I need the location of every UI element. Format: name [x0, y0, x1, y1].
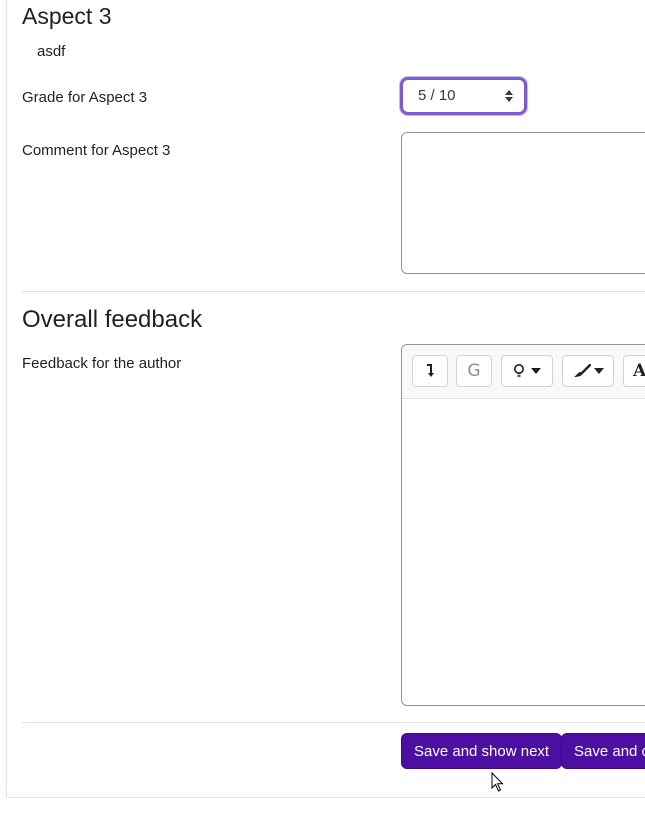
paintbrush-icon [573, 364, 591, 377]
grammar-check-button[interactable]: G [456, 355, 492, 387]
mouse-cursor-icon [491, 772, 504, 792]
editor-toolbar: G A [402, 345, 645, 399]
comment-label: Comment for Aspect 3 [22, 142, 171, 159]
page: Aspect 3 asdf Grade for Aspect 3 5 / 10 … [0, 0, 645, 838]
aspect-description: asdf [37, 43, 66, 60]
aspect-title: Aspect 3 [22, 3, 112, 29]
grade-select-value: 5 / 10 [418, 87, 456, 104]
select-arrows-icon [505, 90, 513, 102]
caret-down-icon [531, 368, 541, 374]
caret-down-icon [593, 368, 604, 374]
font-a-icon: A [633, 361, 645, 381]
comment-textarea[interactable] [401, 132, 645, 274]
arrow-down-turn-icon [427, 364, 434, 377]
grade-select[interactable]: 5 / 10 [400, 77, 527, 115]
save-and-continue-button[interactable]: Save and c [561, 733, 645, 769]
overall-feedback-title: Overall feedback [22, 306, 203, 333]
lightbulb-icon [514, 364, 524, 377]
save-and-show-next-button[interactable]: Save and show next [401, 733, 563, 769]
feedback-label: Feedback for the author [22, 355, 182, 372]
style-dropdown-button[interactable] [501, 355, 553, 387]
feedback-editor: G A [401, 344, 645, 706]
font-button[interactable]: A [623, 355, 645, 387]
section-divider [22, 291, 645, 292]
footer-divider [22, 722, 645, 723]
grade-label: Grade for Aspect 3 [22, 89, 148, 106]
grammar-g-icon: G [467, 361, 481, 381]
paragraph-dropdown-button[interactable] [562, 355, 614, 387]
collapse-toolbar-button[interactable] [412, 355, 448, 387]
